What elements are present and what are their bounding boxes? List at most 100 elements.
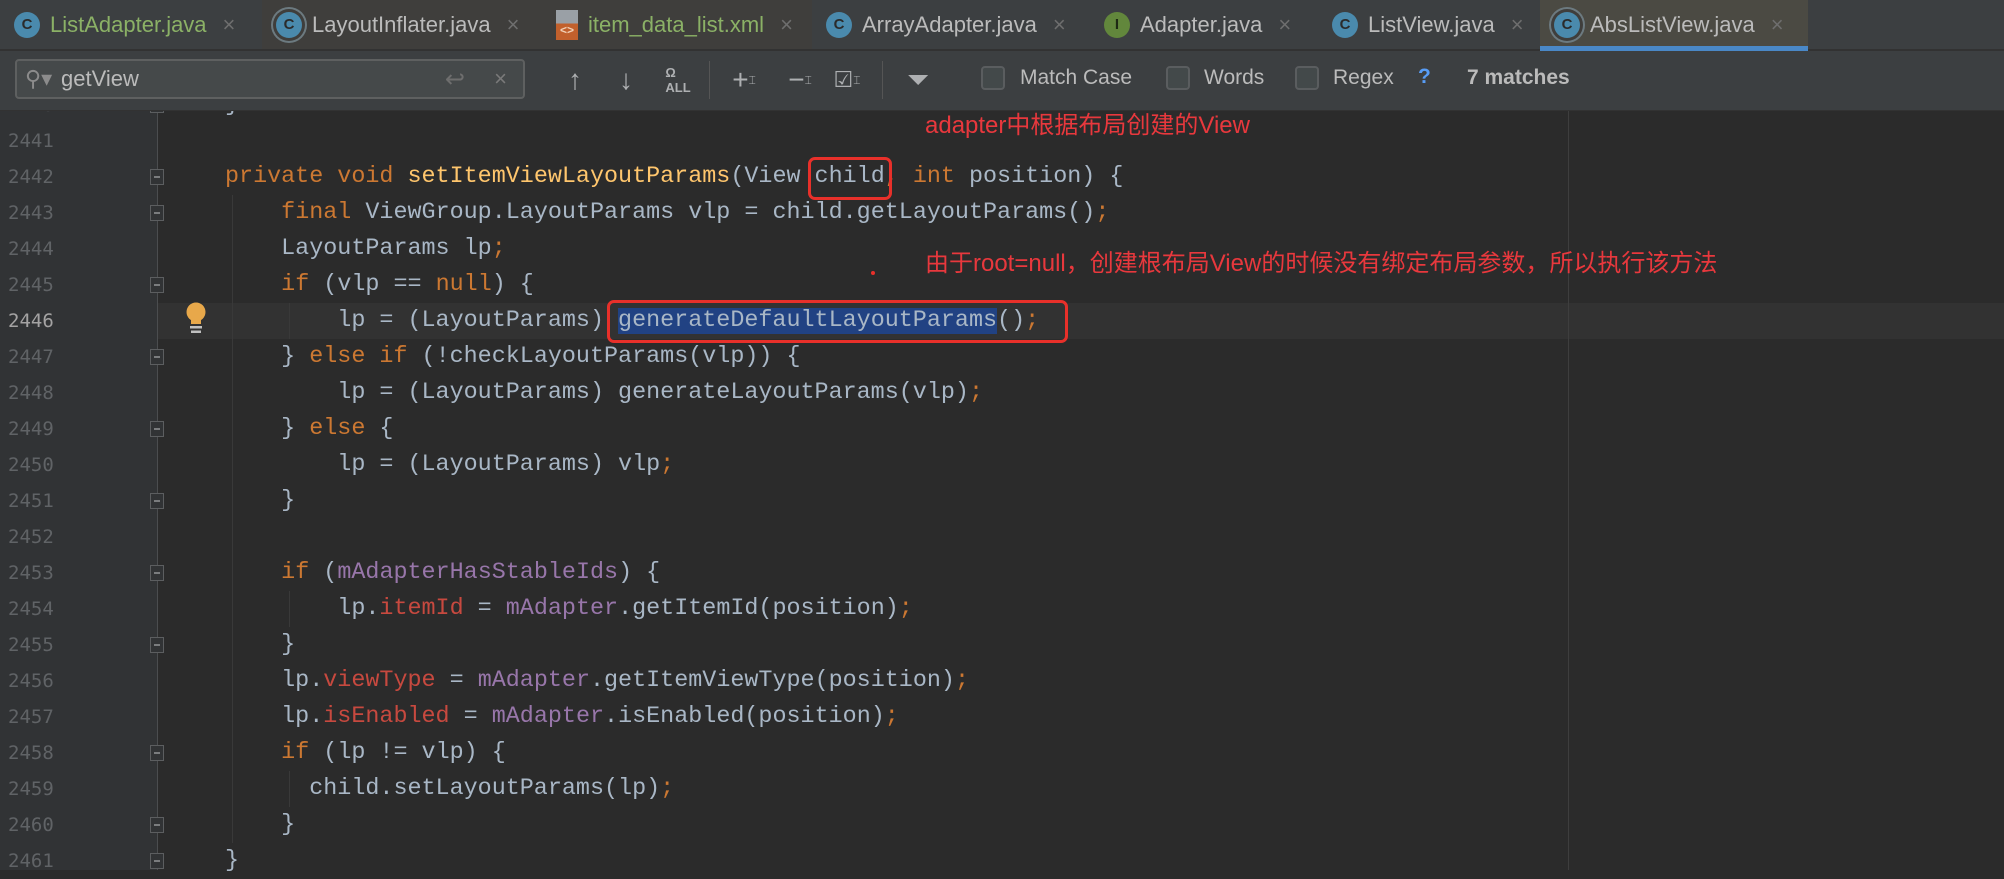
code-line[interactable]: } else if (!checkLayoutParams(vlp)) { bbox=[225, 339, 801, 375]
tab-label: ArrayAdapter.java bbox=[862, 11, 1037, 37]
code-token: ) { bbox=[618, 560, 661, 586]
code-line[interactable]: private void setItemViewLayoutParams(Vie… bbox=[225, 159, 1123, 195]
next-match-button[interactable]: ↓ bbox=[613, 61, 639, 99]
add-occurrence-button[interactable]: + ⌶ bbox=[728, 61, 760, 99]
select-all-occurrences-button[interactable]: Ω ALL bbox=[662, 61, 694, 99]
code-token: ( bbox=[323, 560, 338, 586]
search-history-icon[interactable]: ⚲▾ bbox=[25, 66, 59, 92]
find-toolbar: ⚲▾ ↩ × ↑ ↓ ΩALL +⌶ −⌶ ☑⌶ ⏷ Match Case Wo… bbox=[0, 51, 2004, 111]
fold-marker-icon[interactable] bbox=[150, 205, 164, 221]
code-line[interactable]: lp.itemId = mAdapter.getItemId(position)… bbox=[225, 591, 913, 627]
words-checkbox[interactable] bbox=[1166, 66, 1190, 90]
tab-listview[interactable]: C ListView.java × bbox=[1318, 0, 1540, 49]
fold-marker-icon[interactable] bbox=[150, 277, 164, 293]
tab-item-data-list[interactable]: <> item_data_list.xml × bbox=[542, 0, 812, 49]
code-token: ViewGroup.LayoutParams vlp = child.getLa… bbox=[365, 200, 1096, 226]
code-line[interactable]: lp.isEnabled = mAdapter.isEnabled(positi… bbox=[225, 699, 899, 735]
fold-marker-icon[interactable] bbox=[150, 853, 164, 869]
close-icon[interactable]: × bbox=[780, 12, 793, 38]
regex-help-icon[interactable]: ? bbox=[1418, 65, 1431, 89]
fold-marker-icon[interactable] bbox=[150, 637, 164, 653]
code-line[interactable]: } bbox=[225, 807, 295, 843]
close-icon[interactable]: × bbox=[1053, 12, 1066, 38]
close-icon[interactable]: × bbox=[223, 12, 236, 38]
line-number: 2454 bbox=[8, 598, 54, 620]
words-label[interactable]: Words bbox=[1204, 66, 1264, 90]
code-token: final bbox=[281, 200, 366, 226]
tab-layoutinflater[interactable]: C LayoutInflater.java × bbox=[262, 0, 542, 49]
fold-marker-icon[interactable] bbox=[150, 349, 164, 365]
regex-checkbox[interactable] bbox=[1295, 66, 1319, 90]
code-line[interactable]: if (mAdapterHasStableIds) { bbox=[225, 555, 660, 591]
code-line[interactable]: } bbox=[225, 627, 295, 663]
code-token: (!checkLayoutParams(vlp)) { bbox=[421, 344, 801, 370]
filter-icon[interactable]: ⏷ bbox=[902, 61, 934, 99]
code-line[interactable]: if (lp != vlp) { bbox=[225, 735, 506, 771]
tab-arrayadapter[interactable]: C ArrayAdapter.java × bbox=[812, 0, 1090, 49]
fold-marker-icon[interactable] bbox=[150, 745, 164, 761]
code-token: int bbox=[912, 164, 969, 190]
class-icon: C bbox=[1554, 11, 1580, 38]
fold-marker-icon[interactable] bbox=[150, 169, 164, 185]
line-number: 2442 bbox=[8, 166, 54, 188]
previous-match-button[interactable]: ↑ bbox=[562, 61, 588, 99]
match-case-label[interactable]: Match Case bbox=[1020, 66, 1132, 90]
line-number: 2459 bbox=[8, 778, 54, 800]
code-token: lp = (LayoutParams) vlp bbox=[225, 452, 661, 478]
close-icon[interactable]: × bbox=[1771, 12, 1784, 38]
code-line[interactable]: } bbox=[225, 483, 295, 519]
code-line[interactable]: } bbox=[225, 843, 239, 879]
code-token: if bbox=[281, 740, 324, 766]
search-field[interactable]: ⚲▾ ↩ × bbox=[15, 59, 525, 99]
code-line[interactable]: LayoutParams lp; bbox=[225, 231, 506, 267]
close-icon[interactable]: × bbox=[1278, 12, 1291, 38]
tab-abslistview[interactable]: C AbsListView.java × bbox=[1540, 0, 1808, 51]
tab-adapter[interactable]: I Adapter.java × bbox=[1090, 0, 1318, 49]
code-token: .getItemId(position) bbox=[618, 596, 899, 622]
code-line[interactable]: lp = (LayoutParams) vlp; bbox=[225, 447, 674, 483]
code-line[interactable]: final ViewGroup.LayoutParams vlp = child… bbox=[225, 195, 1109, 231]
toolbar-divider bbox=[709, 61, 710, 99]
line-number: 2444 bbox=[8, 238, 54, 260]
tab-listadapter[interactable]: C ListAdapter.java × bbox=[0, 0, 262, 49]
select-occurrences-button[interactable]: ☑ ⌶ bbox=[830, 61, 864, 99]
close-icon[interactable]: × bbox=[1511, 12, 1524, 38]
code-token: else bbox=[309, 416, 380, 442]
code-token: } bbox=[225, 812, 296, 838]
code-token: setItemViewLayoutParams bbox=[407, 164, 731, 190]
line-number: 2443 bbox=[8, 202, 54, 224]
match-case-checkbox[interactable] bbox=[981, 66, 1005, 90]
fold-marker-icon[interactable] bbox=[150, 817, 164, 833]
close-icon[interactable]: × bbox=[507, 12, 520, 38]
new-line-icon[interactable]: ↩ bbox=[445, 65, 465, 94]
line-number: 2446 bbox=[8, 310, 54, 332]
fold-marker-icon[interactable] bbox=[150, 493, 164, 509]
code-token: lp = (LayoutParams) generateLayoutParams… bbox=[225, 380, 969, 406]
fold-marker-icon[interactable] bbox=[150, 421, 164, 437]
line-number: 2449 bbox=[8, 418, 54, 440]
code-line[interactable]: } else { bbox=[225, 411, 393, 447]
right-margin-guide bbox=[1568, 110, 1569, 870]
annotation-box-generate-default bbox=[607, 300, 1068, 343]
lightbulb-icon[interactable] bbox=[185, 302, 207, 336]
class-icon: C bbox=[14, 11, 40, 38]
line-number: 2451 bbox=[8, 490, 54, 512]
code-token: ; bbox=[491, 236, 506, 262]
code-token: viewType bbox=[323, 668, 436, 694]
code-token: .getItemViewType(position) bbox=[589, 668, 955, 694]
code-token: } bbox=[225, 488, 296, 514]
clear-search-icon[interactable]: × bbox=[494, 66, 507, 92]
code-token: } bbox=[225, 632, 296, 658]
regex-label[interactable]: Regex bbox=[1333, 66, 1394, 90]
search-input[interactable] bbox=[59, 65, 423, 93]
code-line[interactable]: lp.viewType = mAdapter.getItemViewType(p… bbox=[225, 663, 969, 699]
tab-label: ListAdapter.java bbox=[50, 11, 207, 37]
code-token: if bbox=[281, 272, 324, 298]
fold-marker-icon[interactable] bbox=[150, 565, 164, 581]
code-line[interactable]: if (vlp == null) { bbox=[225, 267, 534, 303]
code-line[interactable]: lp = (LayoutParams) generateLayoutParams… bbox=[225, 375, 983, 411]
code-line[interactable]: child.setLayoutParams(lp); bbox=[225, 771, 674, 807]
remove-occurrence-button[interactable]: − ⌶ bbox=[784, 61, 816, 99]
line-number: 2460 bbox=[8, 814, 54, 836]
